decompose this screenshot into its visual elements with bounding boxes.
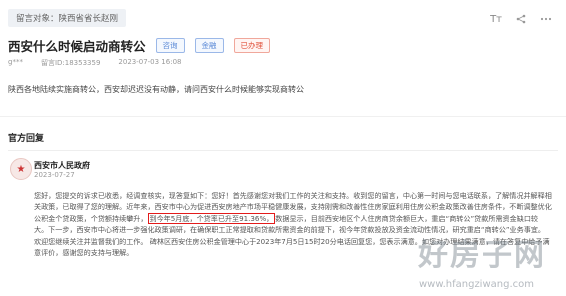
message-target-row: 留言对象：陕西省省长赵刚 <box>8 9 558 27</box>
post-datetime: 2023-07-03 16:08 <box>118 58 182 66</box>
font-size-icon[interactable]: Tт <box>490 14 502 27</box>
section-divider <box>8 150 558 151</box>
category-badge: 咨询 <box>155 38 185 53</box>
watermark-logo: 好房子网 <box>418 238 546 273</box>
domain-badge: 金融 <box>194 38 224 53</box>
page-title: 西安什么时候启动商转公 <box>8 39 146 54</box>
message-id: 留言ID:18353359 <box>40 59 101 67</box>
more-icon[interactable] <box>540 14 552 27</box>
share-icon[interactable] <box>516 14 526 27</box>
section-title: 官方回复 <box>8 134 45 144</box>
author: g*** <box>8 58 23 66</box>
reply-date: 2023-07-27 <box>34 171 75 179</box>
status-badge: 已办理 <box>233 38 271 53</box>
question-text: 陕西各地陆续实施商转公，西安却迟迟没有动静，请问西安什么时候能够实现商转公 <box>8 85 304 94</box>
toolbar: Tт <box>490 14 552 27</box>
watermark-url: www.hfangziwang.com <box>418 279 534 290</box>
government-seal-icon: ★ <box>10 158 32 180</box>
highlighted-statistic: 到今年5月底，个贷率已升至91.36%， <box>147 212 276 224</box>
meta-row: g*** 留言ID:18353359 2023-07-03 16:08 <box>8 58 558 68</box>
divider <box>0 116 566 117</box>
message-target-tag: 留言对象：陕西省省长赵刚 <box>8 9 127 27</box>
title-row: 西安什么时候启动商转公 咨询 金融 已办理 <box>8 36 558 55</box>
reply-org: 西安市人民政府 <box>34 161 90 170</box>
